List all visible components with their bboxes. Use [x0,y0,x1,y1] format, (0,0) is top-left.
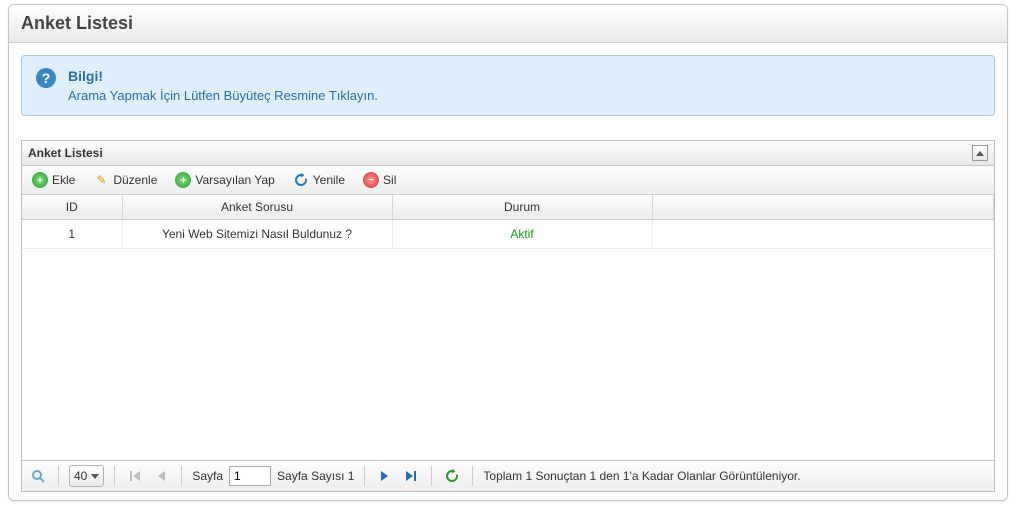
separator [364,466,365,486]
grid-table: ID Anket Sorusu Durum [22,195,994,220]
refresh-icon [293,172,309,188]
set-default-button-label: Varsayılan Yap [195,173,274,187]
separator [181,466,182,486]
page-title: Anket Listesi [21,13,995,34]
edit-button-label: Düzenle [113,173,157,187]
info-box: ? Bilgi! Arama Yapmak İçin Lütfen Büyüte… [21,55,995,116]
cell-empty [652,220,994,249]
info-text: Bilgi! Arama Yapmak İçin Lütfen Büyüteç … [68,68,378,103]
pencil-icon: ✎ [93,172,109,188]
page-label: Sayfa [192,469,223,483]
page-size-value: 40 [74,469,87,483]
grid-title: Anket Listesi [28,146,103,160]
main-panel-header: Anket Listesi [9,5,1007,43]
prev-page-button[interactable] [151,466,171,486]
col-header-id[interactable]: ID [22,195,122,220]
col-header-question[interactable]: Anket Sorusu [122,195,392,220]
pager-summary: Toplam 1 Sonuçtan 1 den 1'a Kadar Olanla… [483,469,800,483]
info-message: Arama Yapmak İçin Lütfen Büyüteç Resmine… [68,88,378,103]
refresh-button-label: Yenile [313,173,345,187]
col-header-status[interactable]: Durum [392,195,652,220]
add-button[interactable]: + Ekle [26,170,81,190]
cell-question: Yeni Web Sitemizi Nasıl Buldunuz ? [122,220,392,249]
info-title: Bilgi! [68,68,378,84]
grid-body: 1 Yeni Web Sitemizi Nasıl Buldunuz ? Akt… [22,220,994,460]
collapse-button[interactable] [972,145,988,161]
col-header-empty [652,195,994,220]
separator [114,466,115,486]
page-size-select[interactable]: 40 [69,465,104,487]
grid-header-row: ID Anket Sorusu Durum [22,195,994,220]
table-row[interactable]: 1 Yeni Web Sitemizi Nasıl Buldunuz ? Akt… [22,220,994,249]
add-button-label: Ekle [52,173,75,187]
chevron-down-icon [91,474,99,479]
status-badge: Aktif [510,227,533,241]
separator [431,466,432,486]
minus-icon: – [363,172,379,188]
refresh-button[interactable]: Yenile [287,170,351,190]
question-icon: ? [36,68,56,88]
grid-panel: Anket Listesi + Ekle ✎ Düzenle + Varsayı… [21,140,995,492]
page-count-label: Sayfa Sayısı 1 [277,469,354,483]
search-icon[interactable] [28,466,48,486]
separator [58,466,59,486]
separator [472,466,473,486]
pager-refresh-button[interactable] [442,466,462,486]
delete-button[interactable]: – Sil [357,170,402,190]
page-input[interactable] [229,466,271,486]
next-page-button[interactable] [375,466,395,486]
set-default-button[interactable]: + Varsayılan Yap [169,170,280,190]
grid-header: Anket Listesi [22,141,994,166]
grid-toolbar: + Ekle ✎ Düzenle + Varsayılan Yap Yenile [22,166,994,195]
plus-icon: + [175,172,191,188]
delete-button-label: Sil [383,173,396,187]
edit-button[interactable]: ✎ Düzenle [87,170,163,190]
pager: 40 Sayfa Sayfa Sayısı 1 [22,460,994,491]
last-page-button[interactable] [401,466,421,486]
cell-id: 1 [22,220,122,249]
main-panel: Anket Listesi ? Bilgi! Arama Yapmak İçin… [8,4,1008,501]
first-page-button[interactable] [125,466,145,486]
cell-status: Aktif [392,220,652,249]
plus-icon: + [32,172,48,188]
main-panel-body: ? Bilgi! Arama Yapmak İçin Lütfen Büyüte… [9,43,1007,128]
